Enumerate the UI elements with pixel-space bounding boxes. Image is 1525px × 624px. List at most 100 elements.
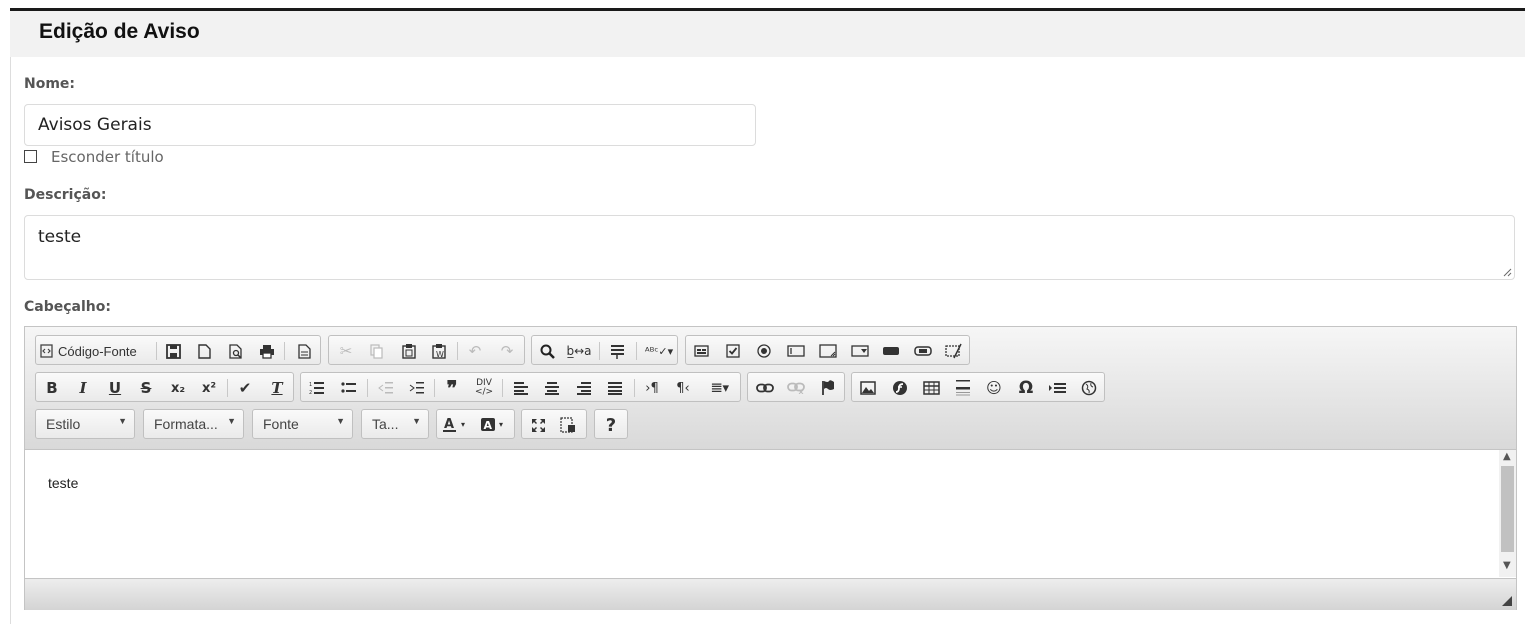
horizontal-rule-icon[interactable] bbox=[952, 377, 974, 399]
help-icon[interactable]: ? bbox=[600, 414, 622, 436]
smiley-icon[interactable]: ☺ bbox=[983, 377, 1005, 399]
subscript-icon[interactable]: x₂ bbox=[167, 377, 189, 399]
bulleted-list-icon[interactable] bbox=[338, 377, 360, 399]
remove-format-icon[interactable]: T bbox=[266, 377, 288, 399]
language-icon[interactable]: 𝌆▾ bbox=[704, 377, 736, 399]
link-icon[interactable] bbox=[754, 377, 776, 399]
editor-resize-icon[interactable] bbox=[1502, 596, 1512, 606]
undo-icon[interactable]: ↶ bbox=[464, 340, 486, 362]
find-icon[interactable] bbox=[536, 340, 558, 362]
print-icon[interactable] bbox=[256, 340, 278, 362]
svg-text:A: A bbox=[484, 419, 493, 432]
resize-grip-icon[interactable] bbox=[1503, 268, 1512, 277]
paste-icon[interactable] bbox=[398, 340, 420, 362]
font-combo[interactable]: Fonte ▼ bbox=[252, 409, 353, 439]
toolbar-group-links bbox=[747, 372, 845, 402]
preview-icon[interactable] bbox=[225, 340, 247, 362]
copy-format-icon[interactable]: ✔ bbox=[234, 377, 256, 399]
cut-icon[interactable]: ✂ bbox=[335, 340, 357, 362]
maximize-icon[interactable] bbox=[527, 414, 549, 436]
svg-text:2: 2 bbox=[309, 390, 312, 395]
toolbar-group-document: Código-Fonte bbox=[35, 335, 321, 365]
style-combo[interactable]: Estilo ▼ bbox=[35, 409, 135, 439]
editor-content-area[interactable]: teste ▲ ▼ bbox=[25, 450, 1516, 577]
image-icon[interactable] bbox=[857, 377, 879, 399]
justify-icon[interactable] bbox=[604, 377, 626, 399]
size-combo[interactable]: Ta... ▼ bbox=[361, 409, 429, 439]
name-input[interactable] bbox=[38, 115, 738, 135]
source-button[interactable]: Código-Fonte bbox=[40, 339, 137, 363]
indent-icon[interactable] bbox=[405, 377, 427, 399]
special-char-icon[interactable]: Ω bbox=[1015, 377, 1037, 399]
rtl-icon[interactable]: ¶‹ bbox=[672, 377, 694, 399]
source-icon bbox=[40, 344, 53, 358]
select-all-icon[interactable] bbox=[606, 340, 628, 362]
editor-scrollbar[interactable]: ▲ ▼ bbox=[1499, 450, 1516, 577]
strike-icon[interactable]: S bbox=[135, 377, 157, 399]
flash-icon[interactable] bbox=[889, 377, 911, 399]
align-center-icon[interactable] bbox=[541, 377, 563, 399]
show-blocks-icon[interactable] bbox=[557, 414, 579, 436]
style-combo-label: Estilo bbox=[46, 416, 81, 432]
svg-text:W: W bbox=[436, 350, 444, 359]
redo-icon[interactable]: ↷ bbox=[496, 340, 518, 362]
description-textarea[interactable]: teste bbox=[24, 215, 1515, 280]
chevron-down-icon: ▼ bbox=[336, 416, 345, 426]
chevron-down-icon: ▼ bbox=[227, 416, 236, 426]
italic-icon[interactable]: I bbox=[72, 377, 94, 399]
ltr-icon[interactable]: ›¶ bbox=[641, 377, 663, 399]
image-button-icon[interactable] bbox=[912, 340, 934, 362]
save-icon[interactable] bbox=[162, 340, 184, 362]
anchor-icon[interactable] bbox=[817, 377, 839, 399]
scrollbar-thumb[interactable] bbox=[1501, 466, 1514, 552]
templates-icon[interactable] bbox=[293, 340, 315, 362]
toolbar-group-clipboard: ✂ W ↶ ↷ bbox=[328, 335, 525, 365]
scroll-down-icon[interactable]: ▼ bbox=[1503, 560, 1511, 571]
checkbox-icon[interactable] bbox=[722, 340, 744, 362]
bg-color-icon[interactable]: A ▾ bbox=[479, 414, 511, 436]
div-icon[interactable]: DIV </> bbox=[473, 377, 495, 399]
panel-header: Edição de Aviso bbox=[10, 11, 1525, 57]
header-label: Cabeçalho: bbox=[24, 299, 111, 315]
editor-status-bar bbox=[25, 578, 1516, 610]
svg-text:1: 1 bbox=[309, 382, 312, 388]
name-label: Nome: bbox=[24, 76, 76, 92]
align-right-icon[interactable] bbox=[573, 377, 595, 399]
button-icon[interactable] bbox=[880, 340, 902, 362]
chevron-down-icon: ▼ bbox=[118, 416, 127, 426]
textfield-icon[interactable] bbox=[785, 340, 807, 362]
new-page-icon[interactable] bbox=[193, 340, 215, 362]
blockquote-icon[interactable]: ❞ bbox=[441, 376, 463, 400]
toolbar-group-forms bbox=[685, 335, 970, 365]
hide-title-checkbox[interactable] bbox=[24, 150, 37, 163]
spellcheck-icon[interactable]: ᴬᴮᶜ✓▾ bbox=[644, 340, 674, 362]
format-combo[interactable]: Formata... ▼ bbox=[143, 409, 244, 439]
copy-icon[interactable] bbox=[365, 340, 387, 362]
outdent-icon[interactable] bbox=[374, 377, 396, 399]
scroll-up-icon[interactable]: ▲ bbox=[1503, 451, 1511, 462]
align-left-icon[interactable] bbox=[510, 377, 532, 399]
numbered-list-icon[interactable]: 12 bbox=[306, 377, 328, 399]
toolbar-group-editing: b̲↔a ᴬᴮᶜ✓▾ bbox=[531, 335, 678, 365]
text-color-icon[interactable]: A ▾ bbox=[441, 414, 473, 436]
toolbar-group-insert: ☺ Ω bbox=[851, 372, 1105, 402]
unlink-icon[interactable] bbox=[785, 377, 807, 399]
toolbar-group-paragraph: 12 ❞ DIV </> ›¶ ¶‹ 𝌆▾ bbox=[300, 372, 741, 402]
superscript-icon[interactable]: x² bbox=[198, 377, 220, 399]
form-icon[interactable] bbox=[690, 340, 712, 362]
editor-toolbar: Código-Fonte ✂ W ↶ ↷ b̲↔a ᴬᴮᶜ✓▾ B I U S … bbox=[25, 327, 1516, 450]
paste-text-icon[interactable]: W bbox=[428, 340, 450, 362]
table-icon[interactable] bbox=[920, 377, 942, 399]
select-icon[interactable] bbox=[849, 340, 871, 362]
bold-icon[interactable]: B bbox=[41, 377, 63, 399]
radio-icon[interactable] bbox=[753, 340, 775, 362]
page-break-icon[interactable] bbox=[1046, 377, 1068, 399]
underline-icon[interactable]: U bbox=[104, 377, 126, 399]
hidden-field-icon[interactable] bbox=[943, 340, 965, 362]
iframe-icon[interactable] bbox=[1078, 377, 1100, 399]
size-combo-label: Ta... bbox=[372, 416, 399, 432]
format-combo-label: Formata... bbox=[154, 416, 218, 432]
toolbar-group-basicstyles: B I U S x₂ x² ✔ T bbox=[35, 372, 294, 402]
replace-icon[interactable]: b̲↔a bbox=[566, 340, 591, 362]
textarea-icon[interactable] bbox=[817, 340, 839, 362]
